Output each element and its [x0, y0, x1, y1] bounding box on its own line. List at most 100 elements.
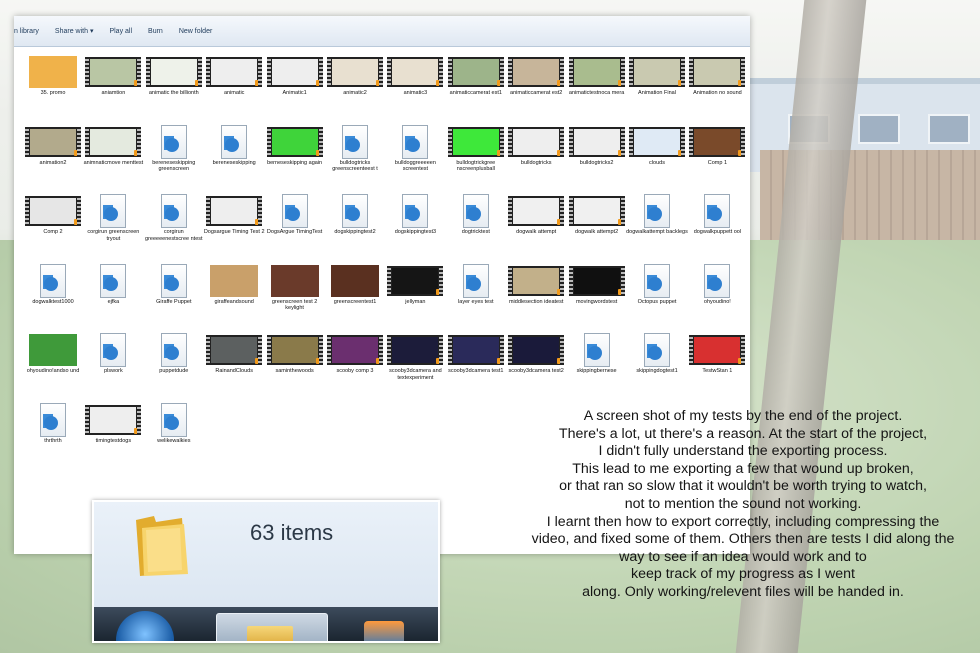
- start-button[interactable]: [116, 611, 174, 641]
- file-item[interactable]: animatic3: [384, 56, 446, 97]
- new-folder-button[interactable]: New folder: [171, 28, 220, 35]
- file-item[interactable]: animation2: [22, 126, 84, 167]
- music-note-icon: [708, 276, 723, 291]
- file-item[interactable]: ohyoudino!: [686, 263, 748, 306]
- file-item[interactable]: dogwalkpuppett ool: [686, 194, 748, 236]
- media-badge-icon: [376, 80, 382, 86]
- music-note-icon: [648, 207, 662, 221]
- file-item[interactable]: bulldogtricks2: [566, 126, 628, 167]
- media-file-icon: [644, 263, 670, 298]
- file-item[interactable]: animatic the billionth: [143, 56, 205, 97]
- media-badge-icon: [738, 80, 745, 86]
- file-item[interactable]: dogwalktest1000: [22, 263, 84, 306]
- file-name: bulldoggreeeeen screentest: [394, 159, 436, 173]
- file-item[interactable]: 35. promo: [22, 56, 84, 97]
- file-item[interactable]: greenscreentest1: [324, 264, 386, 306]
- file-name: layer eyes test: [458, 298, 494, 305]
- music-note-icon: [648, 276, 662, 291]
- file-name: bulldogtricks: [520, 159, 552, 166]
- file-item[interactable]: Comp 2: [22, 195, 84, 236]
- file-item[interactable]: layer eyes test: [445, 263, 507, 306]
- play-all-button[interactable]: Play all: [101, 28, 140, 35]
- video-file-icon: [387, 57, 444, 87]
- include-in-library-button[interactable]: n library: [14, 28, 47, 35]
- file-item[interactable]: animaticcamerat est2: [505, 56, 567, 97]
- file-item[interactable]: berneseskipping again: [264, 126, 326, 167]
- file-item[interactable]: animatic: [203, 56, 265, 97]
- file-item[interactable]: aniamtion: [82, 56, 144, 97]
- file-item[interactable]: RainandClouds: [203, 334, 265, 375]
- video-frame: [271, 337, 318, 363]
- file-item[interactable]: corgirun greeeeenestscree ntest: [143, 194, 205, 242]
- video-file-icon: [568, 265, 625, 296]
- file-name: bereneseskipping greenscreen: [152, 159, 196, 173]
- file-item[interactable]: Animation Final: [626, 56, 688, 97]
- file-item[interactable]: greenscreen test 2 keylight: [264, 264, 326, 312]
- file-item[interactable]: thrthrth: [22, 402, 84, 445]
- file-item[interactable]: bulldogtrickgree nscreenplusball: [445, 126, 507, 173]
- file-item[interactable]: Comp 1: [686, 126, 748, 167]
- file-item[interactable]: Octopus puppet: [626, 263, 688, 306]
- video-file-icon: [508, 335, 565, 365]
- file-thumbnail: [264, 334, 326, 366]
- file-item[interactable]: saminthewoods: [264, 334, 326, 375]
- media-badge-icon: [617, 219, 624, 225]
- file-item[interactable]: bereneseskipping: [203, 124, 265, 167]
- video-frame: [452, 337, 499, 363]
- file-item[interactable]: animnaticmove menttest: [82, 126, 144, 167]
- file-item[interactable]: giraffeandsound: [203, 264, 265, 306]
- file-item[interactable]: dogwalkattempt backlegs: [626, 194, 688, 236]
- file-item[interactable]: movingwordstest: [566, 265, 628, 306]
- media-file-icon: [160, 402, 187, 437]
- video-file-icon: [629, 57, 685, 87]
- file-item[interactable]: dogwalk attempt: [505, 195, 567, 236]
- file-item[interactable]: scooby3dcamera and textexperiment: [384, 334, 446, 381]
- file-item[interactable]: Animatic1: [264, 56, 326, 97]
- taskbar-media-player-button[interactable]: [364, 621, 404, 641]
- file-item[interactable]: bulldoggreeeeen screentest: [384, 124, 446, 173]
- picture-file-icon: [331, 264, 379, 297]
- file-item[interactable]: Dogsargue Timing Test 2: [203, 195, 265, 236]
- file-item[interactable]: DogsArgue TimingTest: [264, 194, 326, 236]
- file-item[interactable]: bereneseskipping greenscreen: [143, 124, 205, 173]
- file-item[interactable]: bulldogtricks greenscreenteest t: [324, 124, 386, 173]
- file-item[interactable]: clouds: [626, 126, 688, 167]
- file-item[interactable]: ejfka: [82, 263, 144, 306]
- file-item[interactable]: skippingbernese: [566, 333, 628, 375]
- file-item[interactable]: animatic2: [324, 56, 386, 97]
- file-item[interactable]: dogskippingtest3: [384, 194, 446, 236]
- share-with-button[interactable]: Share with ▾: [47, 27, 102, 35]
- file-thumbnail: [203, 334, 265, 366]
- file-item[interactable]: plswork: [82, 333, 144, 375]
- file-item[interactable]: Giraffe Puppet: [143, 263, 205, 306]
- file-item[interactable]: skippingdogtest1: [626, 333, 688, 375]
- file-item[interactable]: animaticcamerat est1: [445, 56, 507, 97]
- file-item[interactable]: scooby comp 3: [324, 334, 386, 375]
- file-item[interactable]: welikewalkies: [143, 402, 205, 445]
- video-file-icon: [85, 404, 142, 435]
- video-file-icon: [25, 126, 81, 157]
- file-item[interactable]: puppetdude: [143, 333, 205, 375]
- file-item[interactable]: animatictestnoca mera: [566, 56, 628, 97]
- picture-file-icon: [210, 264, 259, 297]
- file-item[interactable]: TestwStan 1: [686, 334, 748, 375]
- file-item[interactable]: Animation no sound: [686, 56, 748, 97]
- file-item[interactable]: dogskippingtest2: [324, 194, 386, 236]
- file-item[interactable]: jellyman: [384, 265, 446, 306]
- file-item[interactable]: timingtestdogs: [82, 404, 144, 445]
- media-file-icon: [342, 194, 368, 228]
- file-item[interactable]: dogtricktest: [445, 194, 507, 236]
- file-item[interactable]: bulldogtricks: [505, 126, 567, 167]
- file-item[interactable]: ohyoudino!andso und: [22, 334, 84, 375]
- file-thumbnail: [82, 56, 144, 88]
- file-name: Giraffe Puppet: [156, 298, 192, 305]
- music-note-icon: [346, 137, 360, 152]
- file-item[interactable]: dogwalk attempt2: [566, 195, 628, 236]
- file-item[interactable]: middlesection ideatest: [505, 265, 567, 306]
- file-item[interactable]: scooby3dcamera test1: [445, 334, 507, 375]
- file-item[interactable]: corgirun greenscreen tryout: [82, 194, 144, 242]
- burn-button[interactable]: Burn: [140, 28, 171, 35]
- taskbar-explorer-button[interactable]: [216, 613, 328, 641]
- file-item[interactable]: scooby3dcamera test2: [505, 334, 567, 375]
- file-thumbnail: [203, 264, 265, 297]
